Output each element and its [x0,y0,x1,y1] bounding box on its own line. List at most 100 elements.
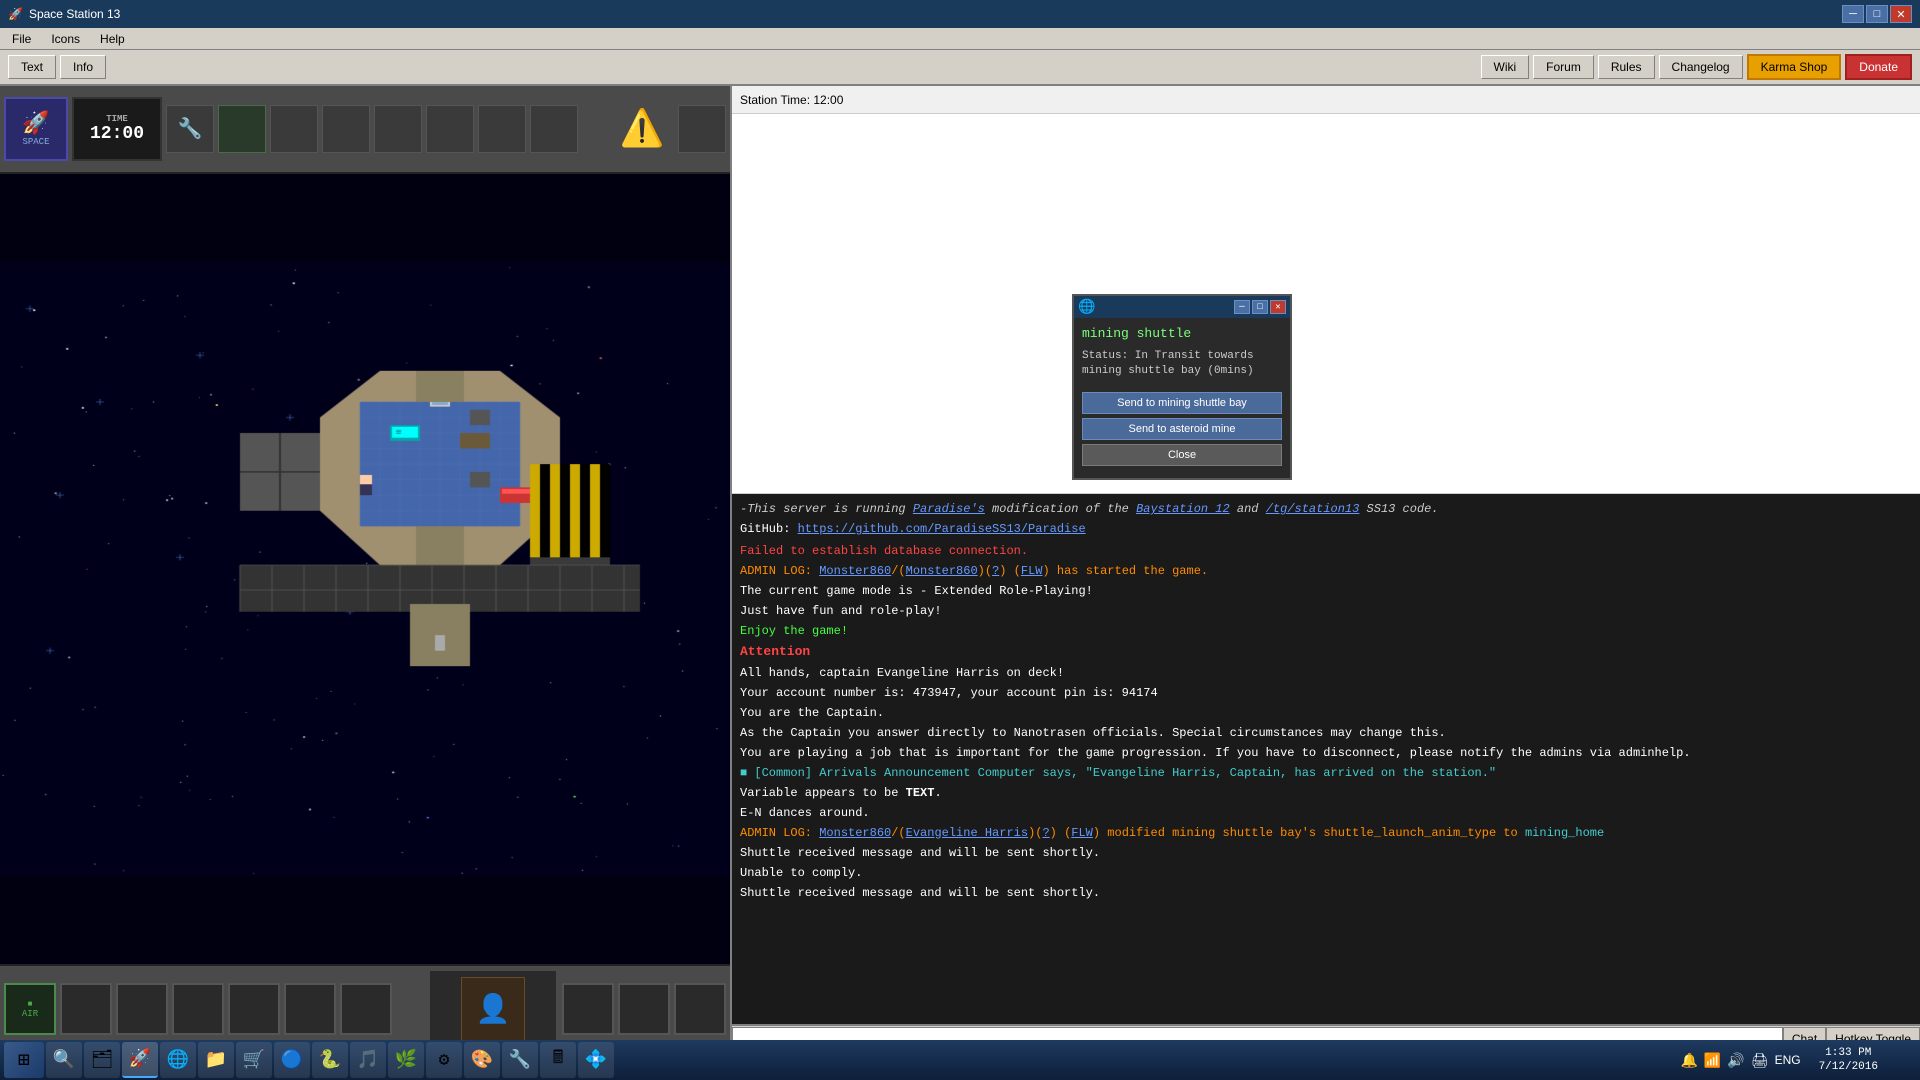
chat-line-dance: E-N dances around. [740,804,1912,822]
chat-log[interactable]: -This server is running Paradise's modif… [732,494,1920,1024]
dialog-title: mining shuttle [1082,326,1282,341]
close-dialog-button[interactable]: Close [1082,444,1282,466]
nav-karma-shop[interactable]: Karma Shop [1747,54,1842,80]
systray-icon-5: ENG [1775,1053,1801,1067]
taskbar-icon-source[interactable]: 🌿 [388,1042,424,1078]
game-viewport[interactable]: 🚀 SPACE TIME 12:00 🔧 ⚠️ [0,86,730,1052]
chat-line-captain: You are the Captain. [740,704,1912,722]
toolbar-slot-3 [322,105,370,153]
dialog-controls[interactable]: ─ □ ✕ [1234,300,1286,314]
chat-line-server: -This server is running Paradise's modif… [740,500,1912,518]
github-link[interactable]: https://github.com/ParadiseSS13/Paradise [798,522,1086,536]
taskbar-icon-store[interactable]: 🛒 [236,1042,272,1078]
game-clock: TIME 12:00 [72,97,162,161]
toolbar-slot-5 [426,105,474,153]
nav-text[interactable]: Text [8,55,56,79]
dialog-content: mining shuttle Status: In Transit toward… [1074,318,1290,478]
show-desktop-button[interactable] [1888,1042,1916,1078]
maximize-button[interactable]: □ [1866,5,1888,23]
warning-icon: ⚠️ [610,97,674,161]
taskbar-icon-calc[interactable]: 🖩 [540,1042,576,1078]
taskbar-icon-python[interactable]: 🐍 [312,1042,348,1078]
chat-line-announcement: ■ [Common] Arrivals Announcement Compute… [740,764,1912,782]
window-icon: 🚀 [8,7,23,21]
equip-slot-1 [60,983,112,1035]
dialog-minimize-button[interactable]: ─ [1234,300,1250,314]
nav-wiki[interactable]: Wiki [1481,55,1530,79]
nav-rules[interactable]: Rules [1598,55,1655,79]
admin2-evangeline-link[interactable]: Evangeline Harris [906,826,1028,840]
systray-icon-1: 🔔 [1680,1052,1697,1069]
equip-slot-9 [674,983,726,1035]
minimize-button[interactable]: ─ [1842,5,1864,23]
toolbar-icon-row [218,105,606,153]
toolbar-slot-1 [218,105,266,153]
chat-line-fun: Just have fun and role-play! [740,602,1912,620]
github-label: GitHub: [740,522,798,536]
nav-forum[interactable]: Forum [1533,55,1594,79]
station-time-bar: Station Time: 12:00 [732,86,1920,114]
send-to-mining-shuttle-bay-button[interactable]: Send to mining shuttle bay [1082,392,1282,414]
equip-slot-8 [618,983,670,1035]
admin-flw-link[interactable]: FLW [1021,564,1043,578]
dialog-maximize-button[interactable]: □ [1252,300,1268,314]
taskbar-icon-blender[interactable]: 🔧 [502,1042,538,1078]
toolbar-slot-4 [374,105,422,153]
taskbar-icon-chrome[interactable]: 🔵 [274,1042,310,1078]
window-title: Space Station 13 [29,7,120,21]
taskbar-icon-edge[interactable]: 🌐 [160,1042,196,1078]
admin2-flw-link[interactable]: FLW [1071,826,1093,840]
taskbar-time: 1:33 PM [1819,1046,1878,1060]
toolbar-slot-2 [270,105,318,153]
air-label: AIR [22,1009,38,1019]
send-to-asteroid-mine-button[interactable]: Send to asteroid mine [1082,418,1282,440]
taskbar-icon-taskview[interactable]: 🗂 [84,1042,120,1078]
dialog-close-button[interactable]: ✕ [1270,300,1286,314]
admin-monster860-link[interactable]: Monster860 [819,564,891,578]
chat-line-captain-info: As the Captain you answer directly to Na… [740,724,1912,742]
chat-line-github: GitHub: https://github.com/ParadiseSS13/… [740,520,1912,538]
windows-taskbar[interactable]: ⊞ 🔍 🗂 🚀 🌐 📁 🛒 🔵 🐍 🎵 🌿 ⚙ 🎨 🔧 🖩 💠 🔔 📶 🔊 🖨 … [0,1040,1920,1080]
start-button[interactable]: ⊞ [4,1042,44,1078]
menu-help[interactable]: Help [92,30,133,48]
tgstation-link[interactable]: /tg/station13 [1266,502,1360,516]
station-visual [0,174,730,964]
taskbar-icon-settings[interactable]: ⚙ [426,1042,462,1078]
close-window-button[interactable]: ✕ [1890,5,1912,23]
taskbar-icon-explorer[interactable]: 📁 [198,1042,234,1078]
titlebar: 🚀 Space Station 13 ─ □ ✕ [0,0,1920,28]
navbar: Text Info Wiki Forum Rules Changelog Kar… [0,50,1920,86]
taskbar-icon-extra[interactable]: 💠 [578,1042,614,1078]
taskbar-icon-ss13[interactable]: 🚀 [122,1042,158,1078]
systray-icon-3: 🔊 [1727,1052,1744,1069]
nav-changelog[interactable]: Changelog [1659,55,1743,79]
taskbar-clock[interactable]: 1:33 PM 7/12/2016 [1811,1044,1886,1077]
equip-slot-6 [340,983,392,1035]
attention-text: Attention [740,644,810,659]
chat-line-gamemode: The current game mode is - Extended Role… [740,582,1912,600]
taskbar-icon-paint[interactable]: 🎨 [464,1042,500,1078]
admin-question-link[interactable]: ? [992,564,999,578]
paradise-link[interactable]: Paradise's [913,502,985,516]
equip-slot-5 [284,983,336,1035]
chat-line-allhands: All hands, captain Evangeline Harris on … [740,664,1912,682]
menubar: File Icons Help [0,28,1920,50]
menu-icons[interactable]: Icons [43,30,88,48]
chat-line-account: Your account number is: 473947, your acc… [740,684,1912,702]
chat-line-admin-2: ADMIN LOG: Monster860/(Evangeline Harris… [740,824,1912,842]
titlebar-controls[interactable]: ─ □ ✕ [1842,5,1912,23]
chat-line-attention: Attention [740,642,1912,662]
admin2-monster860-link[interactable]: Monster860 [819,826,891,840]
admin-monster860-name-link[interactable]: Monster860 [906,564,978,578]
taskbar-date: 7/12/2016 [1819,1060,1878,1074]
taskbar-icon-search[interactable]: 🔍 [46,1042,82,1078]
taskbar-icon-music[interactable]: 🎵 [350,1042,386,1078]
admin2-q-link[interactable]: ? [1042,826,1049,840]
menu-file[interactable]: File [4,30,39,48]
systray-icon-2: 📶 [1704,1052,1721,1069]
chat-line-enjoy: Enjoy the game! [740,622,1912,640]
nav-info[interactable]: Info [60,55,106,79]
station-canvas[interactable] [0,262,730,876]
baystation-link[interactable]: Baystation 12 [1136,502,1230,516]
nav-donate[interactable]: Donate [1845,54,1912,80]
